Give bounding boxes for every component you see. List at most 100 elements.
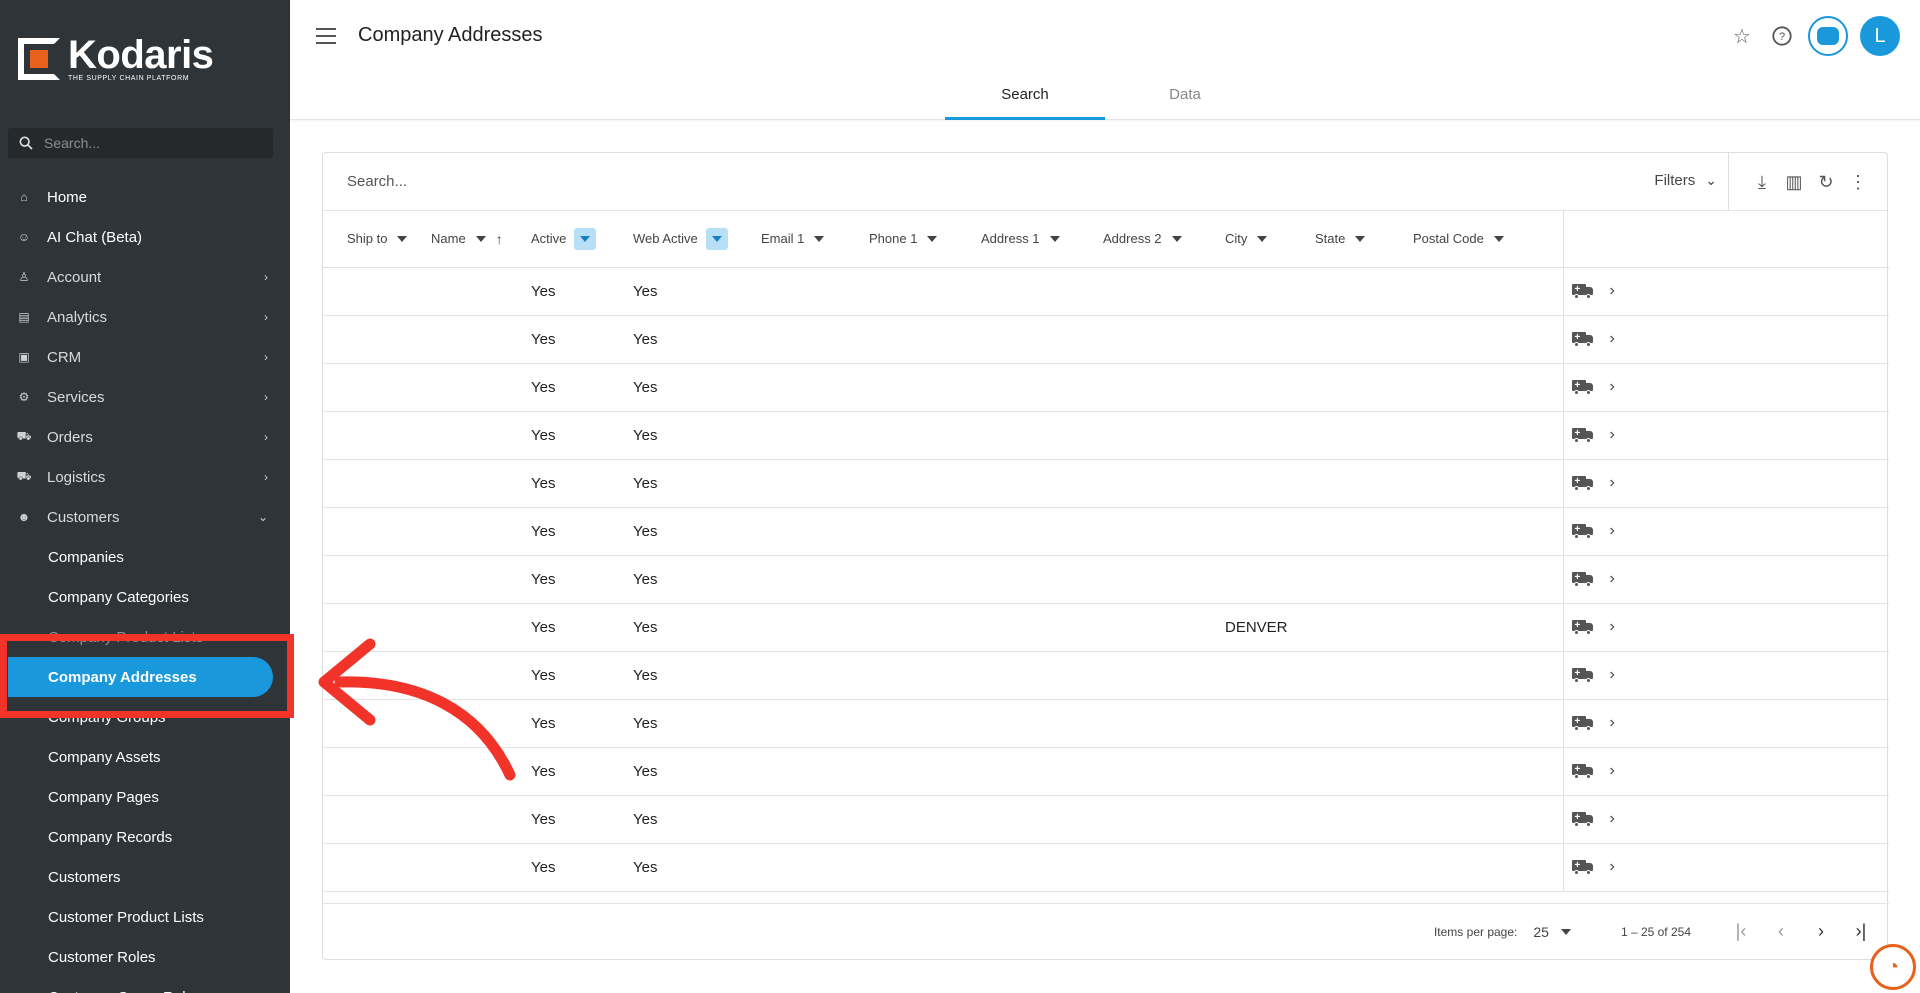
table-row[interactable]: Yes Yes DENVER + › <box>323 603 1889 652</box>
sidebar-subitem-company-categories[interactable]: Company Categories <box>0 577 290 617</box>
sidebar-item-home[interactable]: ⌂ Home <box>0 177 290 217</box>
filter-active-icon[interactable] <box>705 227 728 250</box>
robot-icon[interactable] <box>1808 16 1848 56</box>
filters-button[interactable]: Filters ⌄ <box>1654 172 1717 189</box>
dropdown-arrow-icon[interactable] <box>475 235 486 242</box>
sidebar-item-analytics[interactable]: ▤ Analytics › <box>0 297 290 337</box>
table-row[interactable]: Yes Yes + › <box>323 747 1889 796</box>
shipping-address-icon[interactable]: + <box>1571 667 1594 683</box>
chevron-right-icon[interactable]: › <box>1610 762 1615 780</box>
column-header-active[interactable]: Active <box>531 211 633 268</box>
prev-page-icon[interactable]: ‹ <box>1769 920 1793 944</box>
shipping-address-icon[interactable]: + <box>1571 379 1594 395</box>
sidebar-item-customers[interactable]: ☻ Customers ⌄ <box>0 497 290 537</box>
shipping-address-icon[interactable]: + <box>1571 283 1594 299</box>
sidebar-item-ai-chat-beta[interactable]: ☺ AI Chat (Beta) <box>0 217 290 257</box>
sidebar-item-crm[interactable]: ▣ CRM › <box>0 337 290 377</box>
chevron-right-icon[interactable]: › <box>1610 282 1615 300</box>
dropdown-arrow-icon[interactable] <box>1355 235 1366 242</box>
menu-icon[interactable] <box>316 28 336 44</box>
sidebar-item-account[interactable]: ♙ Account › <box>0 257 290 297</box>
sidebar-subitem-customer-group-roles[interactable]: Customer Group Roles <box>0 977 290 993</box>
table-row[interactable]: Yes Yes + › <box>323 267 1889 316</box>
chevron-right-icon[interactable]: › <box>1610 666 1615 684</box>
table-row[interactable]: Yes Yes + › <box>323 651 1889 700</box>
column-header-city[interactable]: City <box>1225 211 1315 268</box>
chevron-right-icon[interactable]: › <box>1610 810 1615 828</box>
table-row[interactable]: Yes Yes + › <box>323 459 1889 508</box>
chevron-right-icon[interactable]: › <box>1610 426 1615 444</box>
sort-ascending-icon[interactable]: ↑ <box>496 231 503 247</box>
refresh-icon[interactable]: ↻ <box>1815 171 1837 193</box>
shipping-address-icon[interactable]: + <box>1571 331 1594 347</box>
shipping-address-icon[interactable]: + <box>1571 811 1594 827</box>
shipping-address-icon[interactable]: + <box>1571 619 1594 635</box>
table-row[interactable]: Yes Yes + › <box>323 699 1889 748</box>
column-header-name[interactable]: Name ↑ <box>431 211 531 268</box>
dropdown-arrow-icon[interactable] <box>1171 235 1182 242</box>
dropdown-arrow-icon[interactable] <box>397 235 408 242</box>
dropdown-arrow-icon[interactable] <box>814 235 825 242</box>
sidebar-subitem-company-records[interactable]: Company Records <box>0 817 290 857</box>
sidebar-subitem-companies[interactable]: Companies <box>0 537 290 577</box>
dropdown-arrow-icon[interactable] <box>1257 235 1268 242</box>
dropdown-arrow-icon[interactable] <box>1493 235 1504 242</box>
dropdown-arrow-icon[interactable] <box>927 235 938 242</box>
shipping-address-icon[interactable]: + <box>1571 475 1594 491</box>
sidebar-search-input[interactable] <box>44 135 254 151</box>
shipping-address-icon[interactable]: + <box>1571 763 1594 779</box>
help-icon[interactable]: ? <box>1768 22 1796 50</box>
download-icon[interactable]: ⤓ <box>1751 171 1773 193</box>
table-row[interactable]: Yes Yes + › <box>323 411 1889 460</box>
first-page-icon[interactable]: |‹ <box>1729 920 1753 944</box>
sidebar-subitem-customer-product-lists[interactable]: Customer Product Lists <box>0 897 290 937</box>
shipping-address-icon[interactable]: + <box>1571 571 1594 587</box>
sidebar-search[interactable] <box>8 128 273 158</box>
table-row[interactable]: Yes Yes + › <box>323 363 1889 412</box>
column-header-state[interactable]: State <box>1315 211 1413 268</box>
sidebar-subitem-customers[interactable]: Customers <box>0 857 290 897</box>
chevron-right-icon[interactable]: › <box>1610 378 1615 396</box>
last-page-icon[interactable]: ›| <box>1849 920 1873 944</box>
star-icon[interactable]: ☆ <box>1728 22 1756 50</box>
sidebar-item-services[interactable]: ⚙ Services › <box>0 377 290 417</box>
chevron-right-icon[interactable]: › <box>1610 714 1615 732</box>
shipping-address-icon[interactable]: + <box>1571 427 1594 443</box>
column-header-phone-1[interactable]: Phone 1 <box>869 211 981 268</box>
table-row[interactable]: Yes Yes + › <box>323 843 1889 892</box>
table-container[interactable]: Ship to Name ↑ Active Web Active Email 1 Phone… <box>323 211 1889 904</box>
sidebar-item-logistics[interactable]: ⛟ Logistics › <box>0 457 290 497</box>
shipping-address-icon[interactable]: + <box>1571 523 1594 539</box>
table-row[interactable]: Yes Yes + › <box>323 315 1889 364</box>
items-per-page-select[interactable]: 25 <box>1533 924 1571 940</box>
next-page-icon[interactable]: › <box>1809 920 1833 944</box>
column-header-web-active[interactable]: Web Active <box>633 211 761 268</box>
column-header-address-1[interactable]: Address 1 <box>981 211 1103 268</box>
column-header-email-1[interactable]: Email 1 <box>761 211 869 268</box>
more-vert-icon[interactable]: ⋮ <box>1847 171 1869 193</box>
sidebar-subitem-customer-roles[interactable]: Customer Roles <box>0 937 290 977</box>
chevron-right-icon[interactable]: › <box>1610 522 1615 540</box>
column-header-postal-code[interactable]: Postal Code <box>1413 211 1563 268</box>
sidebar-subitem-company-pages[interactable]: Company Pages <box>0 777 290 817</box>
kodaris-logo[interactable]: Kodaris THE SUPPLY CHAIN PLATFORM <box>18 35 214 82</box>
tab-data[interactable]: Data <box>1105 78 1265 120</box>
table-row[interactable]: Yes Yes + › <box>323 555 1889 604</box>
table-search-input[interactable] <box>347 173 1247 190</box>
chevron-right-icon[interactable]: › <box>1610 330 1615 348</box>
columns-icon[interactable]: ▥ <box>1783 171 1805 193</box>
sidebar-item-orders[interactable]: ⛟ Orders › <box>0 417 290 457</box>
avatar[interactable]: L <box>1860 16 1900 56</box>
shipping-address-icon[interactable]: + <box>1571 859 1594 875</box>
column-header-ship-to[interactable]: Ship to <box>323 211 431 268</box>
table-row[interactable]: Yes Yes + › <box>323 507 1889 556</box>
filter-active-icon[interactable] <box>574 227 597 250</box>
chevron-right-icon[interactable]: › <box>1610 474 1615 492</box>
chevron-right-icon[interactable]: › <box>1610 570 1615 588</box>
chevron-right-icon[interactable]: › <box>1610 618 1615 636</box>
tab-search[interactable]: Search <box>945 78 1105 120</box>
chevron-right-icon[interactable]: › <box>1610 858 1615 876</box>
dropdown-arrow-icon[interactable] <box>1049 235 1060 242</box>
column-header-address-2[interactable]: Address 2 <box>1103 211 1225 268</box>
chat-icon[interactable]: ◔ <box>1870 944 1916 990</box>
